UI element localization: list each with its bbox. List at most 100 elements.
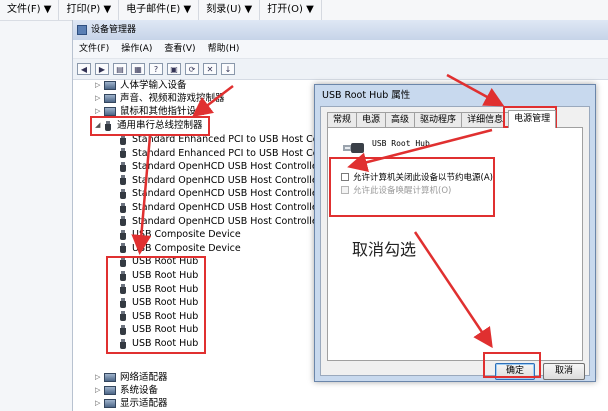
expand-icon[interactable]: ▷ <box>95 79 104 92</box>
usb-device-row[interactable]: Standard OpenHCD USB Host Controller <box>119 215 322 228</box>
chevron-down-icon: ▼ <box>43 4 52 15</box>
expand-icon[interactable]: ▷ <box>95 371 104 384</box>
tree-category[interactable]: ▷ 网络适配器 <box>95 371 168 384</box>
power-management-panel: USB Root Hub 允许计算机关闭此设备以节约电源(A) 允许此设备唤醒计… <box>327 127 583 361</box>
usb-icon <box>119 202 127 213</box>
usb-icon <box>119 243 127 254</box>
dialog-title: USB Root Hub 属性 <box>322 90 411 101</box>
usb-icon <box>119 324 127 335</box>
dialog-tabs: 常规 电源 高级 驱动程序 详细信息 电源管理 <box>327 110 557 128</box>
expand-icon[interactable]: ▷ <box>95 397 104 410</box>
outer-menu-burn[interactable]: 刻录(U) ▼ <box>199 0 261 20</box>
device-manager-title: 设备管理器 <box>91 25 137 35</box>
tab-driver[interactable]: 驱动程序 <box>414 112 463 128</box>
category-icon <box>104 107 116 116</box>
view-icon[interactable]: ▣ <box>167 63 181 75</box>
menu-view[interactable]: 查看(V) <box>158 40 201 58</box>
device-manager-icon <box>77 25 87 35</box>
collapse-icon[interactable]: ◢ <box>95 119 104 132</box>
device-list-icon[interactable]: ▤ <box>113 63 127 75</box>
usb-device-row[interactable]: Standard OpenHCD USB Host Controller <box>119 201 322 214</box>
usb-plug-icon <box>343 143 364 153</box>
usb-device-row[interactable]: Standard OpenHCD USB Host Controller <box>119 174 322 187</box>
allow-power-off-option[interactable]: 允许计算机关闭此设备以节约电源(A) <box>341 171 493 183</box>
tab-power-management[interactable]: 电源管理 <box>508 110 557 128</box>
menu-help[interactable]: 帮助(H) <box>202 40 246 58</box>
outer-menu-file[interactable]: 文件(F) ▼ <box>0 0 60 20</box>
back-icon[interactable]: ◀ <box>77 63 91 75</box>
outer-menu-email[interactable]: 电子邮件(E) ▼ <box>119 0 200 20</box>
chevron-down-icon: ▼ <box>244 4 253 15</box>
usb-device-row[interactable]: Standard OpenHCD USB Host Controller <box>119 187 322 200</box>
usb-icon <box>119 338 127 349</box>
annotation-uncheck: 取消勾选 <box>352 240 417 259</box>
cancel-button[interactable]: 取消 <box>543 363 585 380</box>
tab-power[interactable]: 电源 <box>356 112 387 128</box>
usb-device-row[interactable]: USB Composite Device <box>119 228 241 241</box>
outer-menu-bar: 文件(F) ▼ 打印(P) ▼ 电子邮件(E) ▼ 刻录(U) ▼ 打开(O) … <box>0 0 608 21</box>
usb-icon <box>119 297 127 308</box>
usb-icon <box>119 216 127 227</box>
allow-wake-checkbox <box>341 186 349 194</box>
expand-icon[interactable]: ▷ <box>95 105 104 118</box>
allow-wake-option: 允许此设备唤醒计算机(O) <box>341 184 451 196</box>
explorer-left-pane <box>0 21 72 411</box>
usb-icon <box>119 284 127 295</box>
device-name: USB Root Hub <box>372 139 430 148</box>
dialog-body: 常规 电源 高级 驱动程序 详细信息 电源管理 USB Root Hub 允许计… <box>320 106 590 380</box>
usb-icon <box>119 311 127 322</box>
tab-advanced[interactable]: 高级 <box>385 112 416 128</box>
network-adapter-icon <box>104 373 116 382</box>
chevron-down-icon: ▼ <box>103 4 112 15</box>
tree-category[interactable]: ▷ 鼠标和其他指针设备 <box>95 105 206 118</box>
device-manager-toolbar: ◀ ▶ ▤ ▦ ? ▣ ⟳ ✕ ↓ <box>73 59 608 80</box>
usb-icon <box>119 256 127 267</box>
expand-icon[interactable]: ▷ <box>95 384 104 397</box>
usb-root-hub-row[interactable]: USB Root Hub <box>119 337 198 350</box>
tab-details[interactable]: 详细信息 <box>461 112 510 128</box>
tree-category[interactable]: ▷ 显示适配器 <box>95 397 168 410</box>
usb-device-row[interactable]: Standard OpenHCD USB Host Controller <box>119 160 322 173</box>
category-icon <box>104 81 116 90</box>
display-adapter-icon <box>104 399 116 408</box>
usb-icon <box>119 134 127 145</box>
usb-root-hub-properties-dialog: USB Root Hub 属性 常规 电源 高级 驱动程序 详细信息 电源管理 … <box>314 84 596 382</box>
usb-root-hub-row[interactable]: USB Root Hub <box>119 269 198 282</box>
outer-menu-print[interactable]: 打印(P) ▼ <box>59 0 120 20</box>
device-manager-titlebar: 设备管理器 <box>73 20 608 40</box>
chevron-down-icon: ▼ <box>183 4 192 15</box>
forward-icon[interactable]: ▶ <box>95 63 109 75</box>
usb-root-hub-row[interactable]: USB Root Hub <box>119 255 198 268</box>
tree-category[interactable]: ▷ 人体学输入设备 <box>95 79 187 92</box>
system-device-icon <box>104 386 116 395</box>
usb-icon <box>119 161 127 172</box>
expand-icon[interactable]: ▷ <box>95 92 104 105</box>
allow-wake-label: 允许此设备唤醒计算机(O) <box>353 186 452 196</box>
usb-root-hub-row[interactable]: USB Root Hub <box>119 283 198 296</box>
usb-root-hub-row[interactable]: USB Root Hub <box>119 296 198 309</box>
tree-category-usb[interactable]: ◢ 通用串行总线控制器 <box>95 119 203 132</box>
tree-category[interactable]: ▷ 系统设备 <box>95 384 158 397</box>
menu-file[interactable]: 文件(F) <box>73 40 115 58</box>
tab-general[interactable]: 常规 <box>327 112 358 128</box>
usb-root-hub-row[interactable]: USB Root Hub <box>119 310 198 323</box>
uninstall-icon[interactable]: ✕ <box>203 63 217 75</box>
scan-hardware-icon[interactable]: ⟳ <box>185 63 199 75</box>
menu-action[interactable]: 操作(A) <box>115 40 158 58</box>
category-icon <box>104 94 116 103</box>
usb-root-hub-row[interactable]: USB Root Hub <box>119 323 198 336</box>
properties-icon[interactable]: ▦ <box>131 63 145 75</box>
usb-icon <box>119 188 127 199</box>
usb-icon <box>119 270 127 281</box>
allow-power-off-checkbox[interactable] <box>341 173 349 181</box>
usb-icon <box>119 175 127 186</box>
outer-menu-open[interactable]: 打开(O) ▼ <box>260 0 322 20</box>
allow-power-off-label: 允许计算机关闭此设备以节约电源(A) <box>353 173 493 183</box>
device-manager-menu: 文件(F) 操作(A) 查看(V) 帮助(H) <box>73 40 608 59</box>
tree-category[interactable]: ▷ 声音、视频和游戏控制器 <box>95 92 225 105</box>
chevron-down-icon: ▼ <box>306 4 314 15</box>
disable-icon[interactable]: ↓ <box>221 63 235 75</box>
usb-device-row[interactable]: USB Composite Device <box>119 242 241 255</box>
ok-button[interactable]: 确定 <box>495 363 535 380</box>
help-icon[interactable]: ? <box>149 63 163 75</box>
